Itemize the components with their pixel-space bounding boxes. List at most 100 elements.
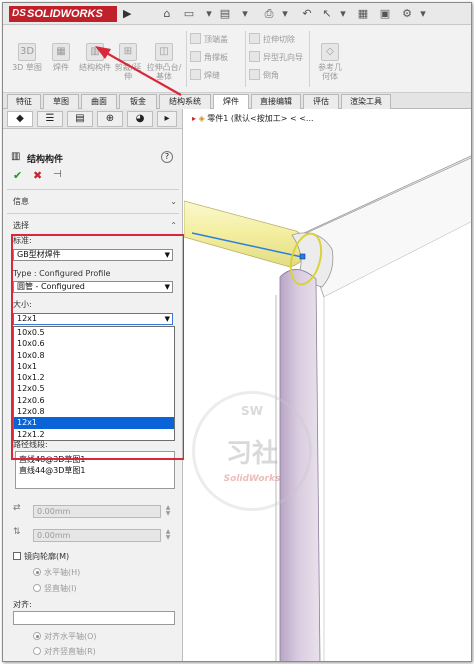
display-manager-icon[interactable]: ◕: [127, 111, 153, 127]
checkbox-icon: [13, 552, 21, 560]
cancel-button[interactable]: ✖: [33, 169, 42, 182]
panel-title-row: ▥ 结构构件 ?: [3, 149, 182, 165]
structural-member-button[interactable]: ▥ 结构构件: [77, 43, 113, 72]
ok-button[interactable]: ✔: [13, 169, 22, 182]
tab-sketch[interactable]: 草图: [43, 94, 79, 109]
hole-wizard-button[interactable]: 异型孔向导: [249, 51, 303, 65]
graphics-area[interactable]: ▸ ◈ 零件1 (默认<按加工> < <... SW 习社 SolidWorks: [184, 109, 472, 662]
feature-manager-icon[interactable]: ◆: [7, 111, 33, 127]
end-cap-label: 顶端盖: [204, 35, 228, 44]
trim-extend-label: 剪裁/延伸: [114, 63, 142, 81]
expand-arrow-icon[interactable]: ▶: [123, 7, 133, 21]
gusset-icon: [190, 51, 201, 62]
command-manager-ribbon: 3D 3D 草图 ▦ 焊件 ▥ 结构构件 ⊞ 剪裁/延伸 ◫ 拉伸凸台/基体 顶…: [3, 25, 471, 93]
select-section-header[interactable]: 选择 ⌃: [3, 219, 182, 233]
path-segment-item[interactable]: 直线44@3D草图1: [19, 465, 171, 476]
print-icon[interactable]: ⎙: [261, 6, 277, 22]
extruded-boss-label: 拉伸凸台/基体: [146, 63, 182, 81]
weldment-label: 焊件: [53, 63, 69, 72]
watermark-sub-text: SolidWorks: [223, 474, 281, 484]
extruded-cut-button[interactable]: 拉伸切除: [249, 33, 295, 47]
tab-structure-system[interactable]: 结构系统: [159, 94, 211, 109]
gusset-button[interactable]: 角撑板: [190, 51, 228, 65]
structural-member-icon: ▥: [86, 43, 104, 61]
pushpin-button[interactable]: ⊣: [53, 169, 62, 180]
section-divider: [7, 213, 179, 214]
weldment-icon: ▦: [52, 43, 70, 61]
open-folder-icon[interactable]: ▤: [217, 6, 233, 22]
trim-extend-button[interactable]: ⊞ 剪裁/延伸: [113, 43, 143, 81]
dimxpert-icon[interactable]: ⊕: [97, 111, 123, 127]
reference-geometry-label: 参考几何体: [318, 63, 342, 81]
info-section-header[interactable]: 信息 ⌄: [3, 195, 182, 209]
horizontal-axis-radio[interactable]: 水平轴(H): [33, 567, 80, 578]
endpoint-marker[interactable]: [299, 253, 306, 260]
property-manager-icon[interactable]: ☰: [37, 111, 63, 127]
chamfer-label: 倒角: [263, 71, 279, 80]
panel-more-icon[interactable]: ▸: [157, 111, 177, 127]
reference-geometry-button[interactable]: ◇ 参考几何体: [315, 43, 345, 81]
extruded-cut-label: 拉伸切除: [263, 35, 295, 44]
mirror-profile-checkbox[interactable]: 镜向轮廓(M): [13, 551, 69, 562]
tab-sheet-metal[interactable]: 钣金: [119, 94, 157, 109]
structural-member-label: 结构构件: [79, 63, 111, 72]
end-cap-icon: [190, 33, 201, 44]
options-dropdown-icon[interactable]: ▾: [415, 6, 431, 22]
offset-y-icon: ⇅: [13, 527, 21, 537]
file-properties-icon[interactable]: ▣: [377, 6, 393, 22]
align-input[interactable]: [13, 611, 175, 625]
offset-y-spinner[interactable]: ▲ ▼: [163, 529, 173, 542]
chamfer-button[interactable]: 倒角: [249, 69, 279, 83]
chamfer-icon: [249, 69, 260, 80]
offset-x-field[interactable]: 0.00mm: [33, 505, 161, 518]
chevron-up-icon: ⌃: [170, 221, 177, 230]
hole-wizard-label: 异型孔向导: [263, 53, 303, 62]
home-icon[interactable]: ⌂: [159, 6, 175, 22]
tab-surfaces[interactable]: 曲面: [81, 94, 117, 109]
open-dropdown-icon[interactable]: ▾: [237, 6, 253, 22]
vertical-axis-radio[interactable]: 竖直轴(I): [33, 583, 77, 594]
undo-icon[interactable]: ↶: [299, 6, 315, 22]
tab-direct-editing[interactable]: 直接编辑: [251, 94, 301, 109]
radio-icon: [33, 584, 41, 592]
weld-bead-button[interactable]: 焊缝: [190, 69, 220, 83]
manager-tabs: ◆ ☰ ▤ ⊕ ◕ ▸: [3, 109, 182, 129]
extruded-boss-icon: ◫: [155, 43, 173, 61]
tube-model[interactable]: [184, 109, 472, 662]
ribbon-separator: [309, 31, 310, 87]
radio-icon: [33, 647, 41, 655]
select-icon[interactable]: ↖: [319, 6, 335, 22]
print-dropdown-icon[interactable]: ▾: [277, 6, 293, 22]
horizontal-axis-label: 水平轴(H): [44, 568, 81, 577]
vertical-axis-label: 竖直轴(I): [44, 584, 77, 593]
solidworks-logo[interactable]: DS SOLIDWORKS: [9, 6, 117, 22]
section-divider: [7, 189, 179, 190]
watermark-top-text: SW: [241, 404, 263, 418]
help-button[interactable]: ?: [161, 151, 173, 163]
watermark-main-text: 习社: [225, 439, 278, 469]
tab-weldments[interactable]: 焊件: [213, 94, 249, 110]
new-document-icon[interactable]: ▭: [181, 6, 197, 22]
hole-wizard-icon: [249, 51, 260, 62]
extruded-boss-button[interactable]: ◫ 拉伸凸台/基体: [145, 43, 183, 81]
tab-evaluate[interactable]: 评估: [303, 94, 339, 109]
align-horizontal-radio[interactable]: 对齐水平轴(O): [33, 631, 97, 642]
ribbon-separator: [186, 31, 187, 87]
selected-tube[interactable]: [184, 200, 309, 268]
trim-extend-icon: ⊞: [119, 43, 137, 61]
new-dropdown-icon[interactable]: ▾: [201, 6, 217, 22]
align-vertical-radio[interactable]: 对齐竖直轴(R): [33, 646, 96, 657]
reference-geometry-icon: ◇: [321, 43, 339, 61]
offset-y-field[interactable]: 0.00mm: [33, 529, 161, 542]
tab-features[interactable]: 特征: [7, 94, 41, 109]
3d-sketch-button[interactable]: 3D 3D 草图: [9, 43, 45, 72]
end-cap-button[interactable]: 顶端盖: [190, 33, 228, 47]
rebuild-icon[interactable]: ▦: [355, 6, 371, 22]
tab-render-tools[interactable]: 渲染工具: [341, 94, 391, 109]
offset-x-spinner[interactable]: ▲ ▼: [163, 505, 173, 518]
options-gear-icon[interactable]: ⚙: [399, 6, 415, 22]
weldment-button[interactable]: ▦ 焊件: [47, 43, 75, 72]
configuration-manager-icon[interactable]: ▤: [67, 111, 93, 127]
select-dropdown-icon[interactable]: ▾: [335, 6, 351, 22]
select-section-label: 选择: [13, 221, 29, 230]
